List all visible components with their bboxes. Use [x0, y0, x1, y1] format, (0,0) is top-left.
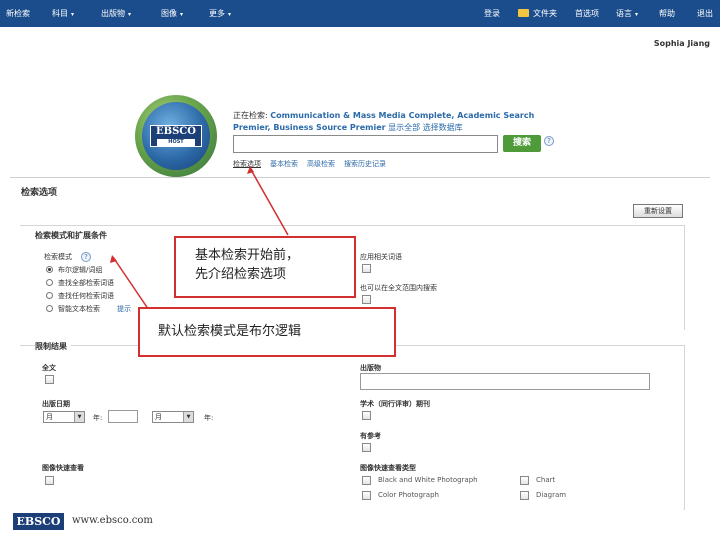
footer-ebsco-logo: EBSCO [13, 513, 64, 530]
callout-default-mode: 默认检索模式是布尔逻辑 [138, 307, 396, 357]
callout-line-2: 先介绍检索选项 [195, 267, 287, 282]
callout-line-1: 基本检索开始前， [195, 248, 300, 263]
callout-search-options: 基本检索开始前， 先介绍检索选项 [174, 236, 356, 298]
annotation-arrows [110, 166, 289, 323]
footer-url: www.ebsco.com [72, 515, 153, 526]
arrow-to-search-options [249, 167, 289, 236]
